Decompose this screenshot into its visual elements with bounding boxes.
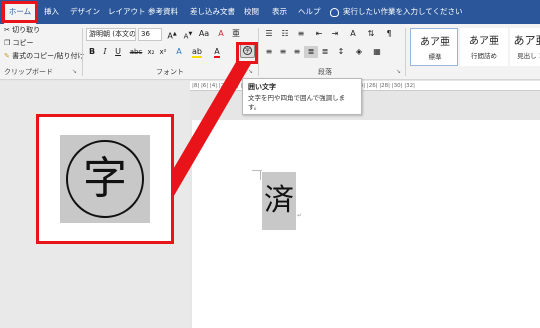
- zoomed-enclosed-character: 字: [83, 153, 127, 204]
- enclosed-character-tooltip: 囲い文字 文字を円や四角で囲んで強調します。: [242, 78, 362, 115]
- highlight-home-tab: [2, 1, 38, 23]
- highlight-enclosed-button: [236, 42, 258, 64]
- zoom-character-background: 字: [60, 135, 150, 223]
- tooltip-description: 文字を円や四角で囲んで強調します。: [248, 94, 346, 111]
- zoom-callout-box: 字: [36, 114, 174, 244]
- tooltip-title: 囲い文字: [248, 83, 276, 91]
- callout-pointer: [168, 62, 252, 206]
